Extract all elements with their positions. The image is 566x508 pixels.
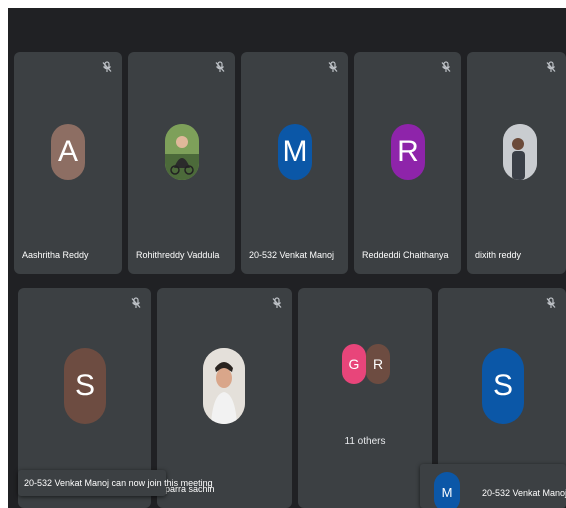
person-photo-icon bbox=[165, 124, 199, 180]
participant-name: dixith reddy bbox=[475, 250, 522, 260]
participant-tile[interactable]: A Aashritha Reddy bbox=[14, 52, 122, 274]
avatar-initial: S bbox=[74, 369, 95, 402]
participant-tile[interactable]: M 20-532 Venkat Manoj bbox=[241, 52, 348, 274]
avatar-photo bbox=[503, 124, 537, 180]
mic-off-icon bbox=[131, 297, 141, 308]
avatar-initial: S bbox=[492, 369, 513, 402]
avatar-photo bbox=[203, 348, 245, 424]
notification-text: 20-532 Venkat Manoj has bbox=[482, 488, 566, 498]
avatar: M bbox=[278, 124, 312, 180]
avatar-initial: M bbox=[441, 484, 453, 500]
mic-off-icon bbox=[441, 61, 451, 72]
avatar: R bbox=[391, 124, 425, 180]
person-photo-icon bbox=[203, 348, 245, 424]
notification-text: 20-532 Venkat Manoj can now join this me… bbox=[24, 478, 213, 488]
others-tile[interactable]: G R 11 others bbox=[298, 288, 432, 508]
avatar-initial: M bbox=[282, 135, 308, 168]
avatar-initial: R bbox=[372, 356, 384, 372]
avatar: G bbox=[342, 344, 366, 384]
avatar: A bbox=[51, 124, 85, 180]
join-notification: M 20-532 Venkat Manoj has bbox=[420, 464, 566, 508]
participant-tile[interactable]: dixith reddy bbox=[467, 52, 566, 274]
mic-off-icon bbox=[546, 61, 556, 72]
participant-name: Reddeddi Chaithanya bbox=[362, 250, 449, 260]
mic-off-icon bbox=[546, 297, 556, 308]
avatar: S bbox=[482, 348, 524, 424]
mic-off-icon bbox=[272, 297, 282, 308]
avatar: R bbox=[366, 344, 390, 384]
participant-name: Rohithreddy Vaddula bbox=[136, 250, 220, 260]
avatar: S bbox=[64, 348, 106, 424]
avatar-initial: A bbox=[57, 135, 78, 168]
avatar-initial: R bbox=[397, 135, 419, 168]
participant-tile[interactable]: Rohithreddy Vaddula bbox=[128, 52, 235, 274]
join-notification: 20-532 Venkat Manoj can now join this me… bbox=[18, 470, 213, 496]
mic-off-icon bbox=[328, 61, 338, 72]
mic-off-icon bbox=[102, 61, 112, 72]
person-photo-icon bbox=[503, 124, 537, 180]
participant-tile[interactable]: parra sachin bbox=[157, 288, 292, 508]
others-count-label: 11 others bbox=[344, 436, 386, 447]
participant-name: 20-532 Venkat Manoj bbox=[249, 250, 335, 260]
meeting-stage: A Aashritha Reddy Rohithreddy Vaddula M … bbox=[8, 8, 566, 508]
avatar-initial: G bbox=[348, 356, 360, 372]
avatar-photo bbox=[165, 124, 199, 180]
participant-tile[interactable]: R Reddeddi Chaithanya bbox=[354, 52, 461, 274]
participant-name: Aashritha Reddy bbox=[22, 250, 89, 260]
avatar: M bbox=[434, 472, 460, 508]
mic-off-icon bbox=[215, 61, 225, 72]
